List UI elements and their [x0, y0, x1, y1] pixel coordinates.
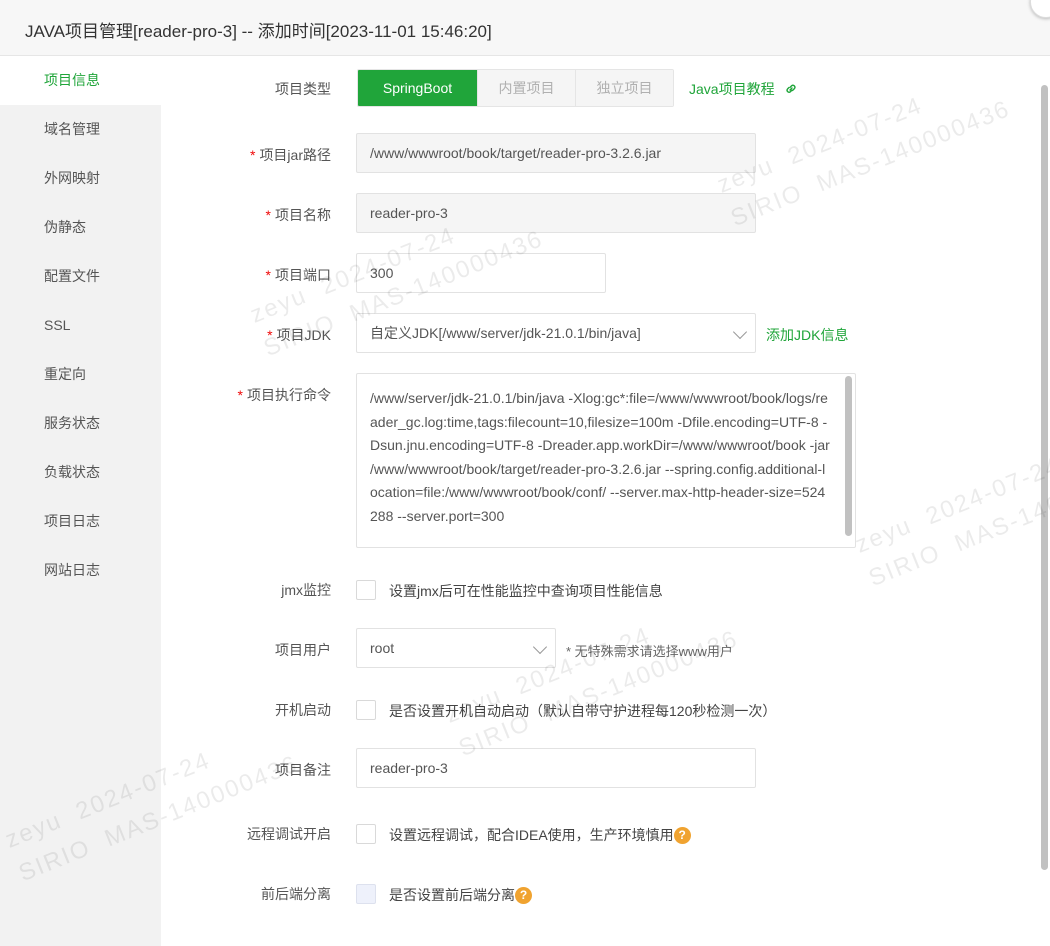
help-icon[interactable]: ? — [515, 887, 532, 904]
page-scrollbar[interactable] — [1041, 85, 1048, 870]
project-user-select[interactable]: root — [356, 628, 556, 668]
sidebar: 项目信息 域名管理 外网映射 伪静态 配置文件 SSL 重定向 服务状态 负载状… — [0, 56, 161, 946]
user-hint: * 无特殊需求请选择www用户 — [566, 644, 733, 659]
type-builtin-button[interactable]: 内置项目 — [477, 70, 575, 106]
type-springboot-button[interactable]: SpringBoot — [358, 70, 477, 106]
project-name-input[interactable]: reader-pro-3 — [356, 193, 756, 233]
sidebar-item-load-status[interactable]: 负载状态 — [0, 448, 161, 497]
project-name-label: * 项目名称 — [265, 207, 331, 223]
user-select-value: root — [370, 640, 395, 656]
command-textarea[interactable]: /www/server/jdk-21.0.1/bin/java -Xlog:gc… — [356, 373, 856, 548]
remark-label: 项目备注 — [275, 762, 331, 778]
project-dialog: JAVA项目管理[reader-pro-3] -- 添加时间[2023-11-0… — [0, 0, 1050, 946]
split-label: 前后端分离 — [261, 886, 331, 902]
add-jdk-link[interactable]: 添加JDK信息 — [766, 325, 848, 345]
project-port-input[interactable]: 300 — [356, 253, 606, 293]
split-description: 是否设置前后端分离? — [389, 885, 532, 905]
sidebar-item-redirect[interactable]: 重定向 — [0, 350, 161, 399]
command-text: /www/server/jdk-21.0.1/bin/java -Xlog:gc… — [370, 390, 830, 524]
project-type-label: 项目类型 — [275, 81, 331, 97]
form-area: 项目类型 SpringBoot 内置项目 独立项目 Java项目教程 * 项目ja… — [161, 56, 1041, 946]
sidebar-item-service-status[interactable]: 服务状态 — [0, 399, 161, 448]
sidebar-item-external-mapping[interactable]: 外网映射 — [0, 154, 161, 203]
jmx-label: jmx监控 — [281, 582, 331, 598]
sidebar-item-project-log[interactable]: 项目日志 — [0, 497, 161, 546]
chevron-down-icon — [732, 324, 748, 340]
remote-debug-description: 设置远程调试，配合IDEA使用，生产环境慎用? — [389, 825, 691, 845]
title-bar: JAVA项目管理[reader-pro-3] -- 添加时间[2023-11-0… — [0, 0, 1050, 56]
sidebar-item-site-log[interactable]: 网站日志 — [0, 546, 161, 595]
project-user-label: 项目用户 — [275, 642, 331, 658]
link-icon — [786, 84, 797, 93]
sidebar-item-project-info[interactable]: 项目信息 — [0, 56, 161, 105]
chevron-down-icon — [532, 639, 548, 655]
remote-debug-checkbox[interactable] — [356, 824, 376, 844]
sidebar-item-domain[interactable]: 域名管理 — [0, 105, 161, 154]
split-checkbox[interactable] — [356, 884, 376, 904]
sidebar-item-ssl[interactable]: SSL — [0, 301, 161, 350]
type-standalone-button[interactable]: 独立项目 — [575, 70, 673, 106]
jdk-select-value: 自定义JDK[/www/server/jdk-21.0.1/bin/java] — [370, 325, 641, 341]
project-type-selector: SpringBoot 内置项目 独立项目 — [357, 69, 674, 107]
help-icon[interactable]: ? — [673, 827, 691, 844]
jar-path-input[interactable]: /www/wwwroot/book/target/reader-pro-3.2.… — [356, 133, 756, 173]
jmx-checkbox[interactable] — [356, 580, 376, 600]
jar-path-label: * 项目jar路径 — [249, 147, 331, 163]
autostart-description: 是否设置开机自动启动（默认自带守护进程每120秒检测一次） — [389, 703, 777, 719]
project-jdk-label: * 项目JDK — [267, 327, 331, 343]
sidebar-item-rewrite[interactable]: 伪静态 — [0, 203, 161, 252]
textarea-scrollbar[interactable] — [845, 376, 852, 536]
dialog-title: JAVA项目管理[reader-pro-3] -- 添加时间[2023-11-0… — [25, 22, 492, 41]
remote-debug-label: 远程调试开启 — [247, 826, 331, 842]
jmx-description: 设置jmx后可在性能监控中查询项目性能信息 — [389, 583, 663, 599]
remark-input[interactable]: reader-pro-3 — [356, 748, 756, 788]
autostart-checkbox[interactable] — [356, 700, 376, 720]
autostart-label: 开机启动 — [275, 702, 331, 718]
project-port-label: * 项目端口 — [265, 267, 331, 283]
sidebar-item-config[interactable]: 配置文件 — [0, 252, 161, 301]
command-label: * 项目执行命令 — [237, 387, 331, 403]
java-tutorial-link[interactable]: Java项目教程 — [689, 79, 798, 99]
project-jdk-select[interactable]: 自定义JDK[/www/server/jdk-21.0.1/bin/java] — [356, 313, 756, 353]
